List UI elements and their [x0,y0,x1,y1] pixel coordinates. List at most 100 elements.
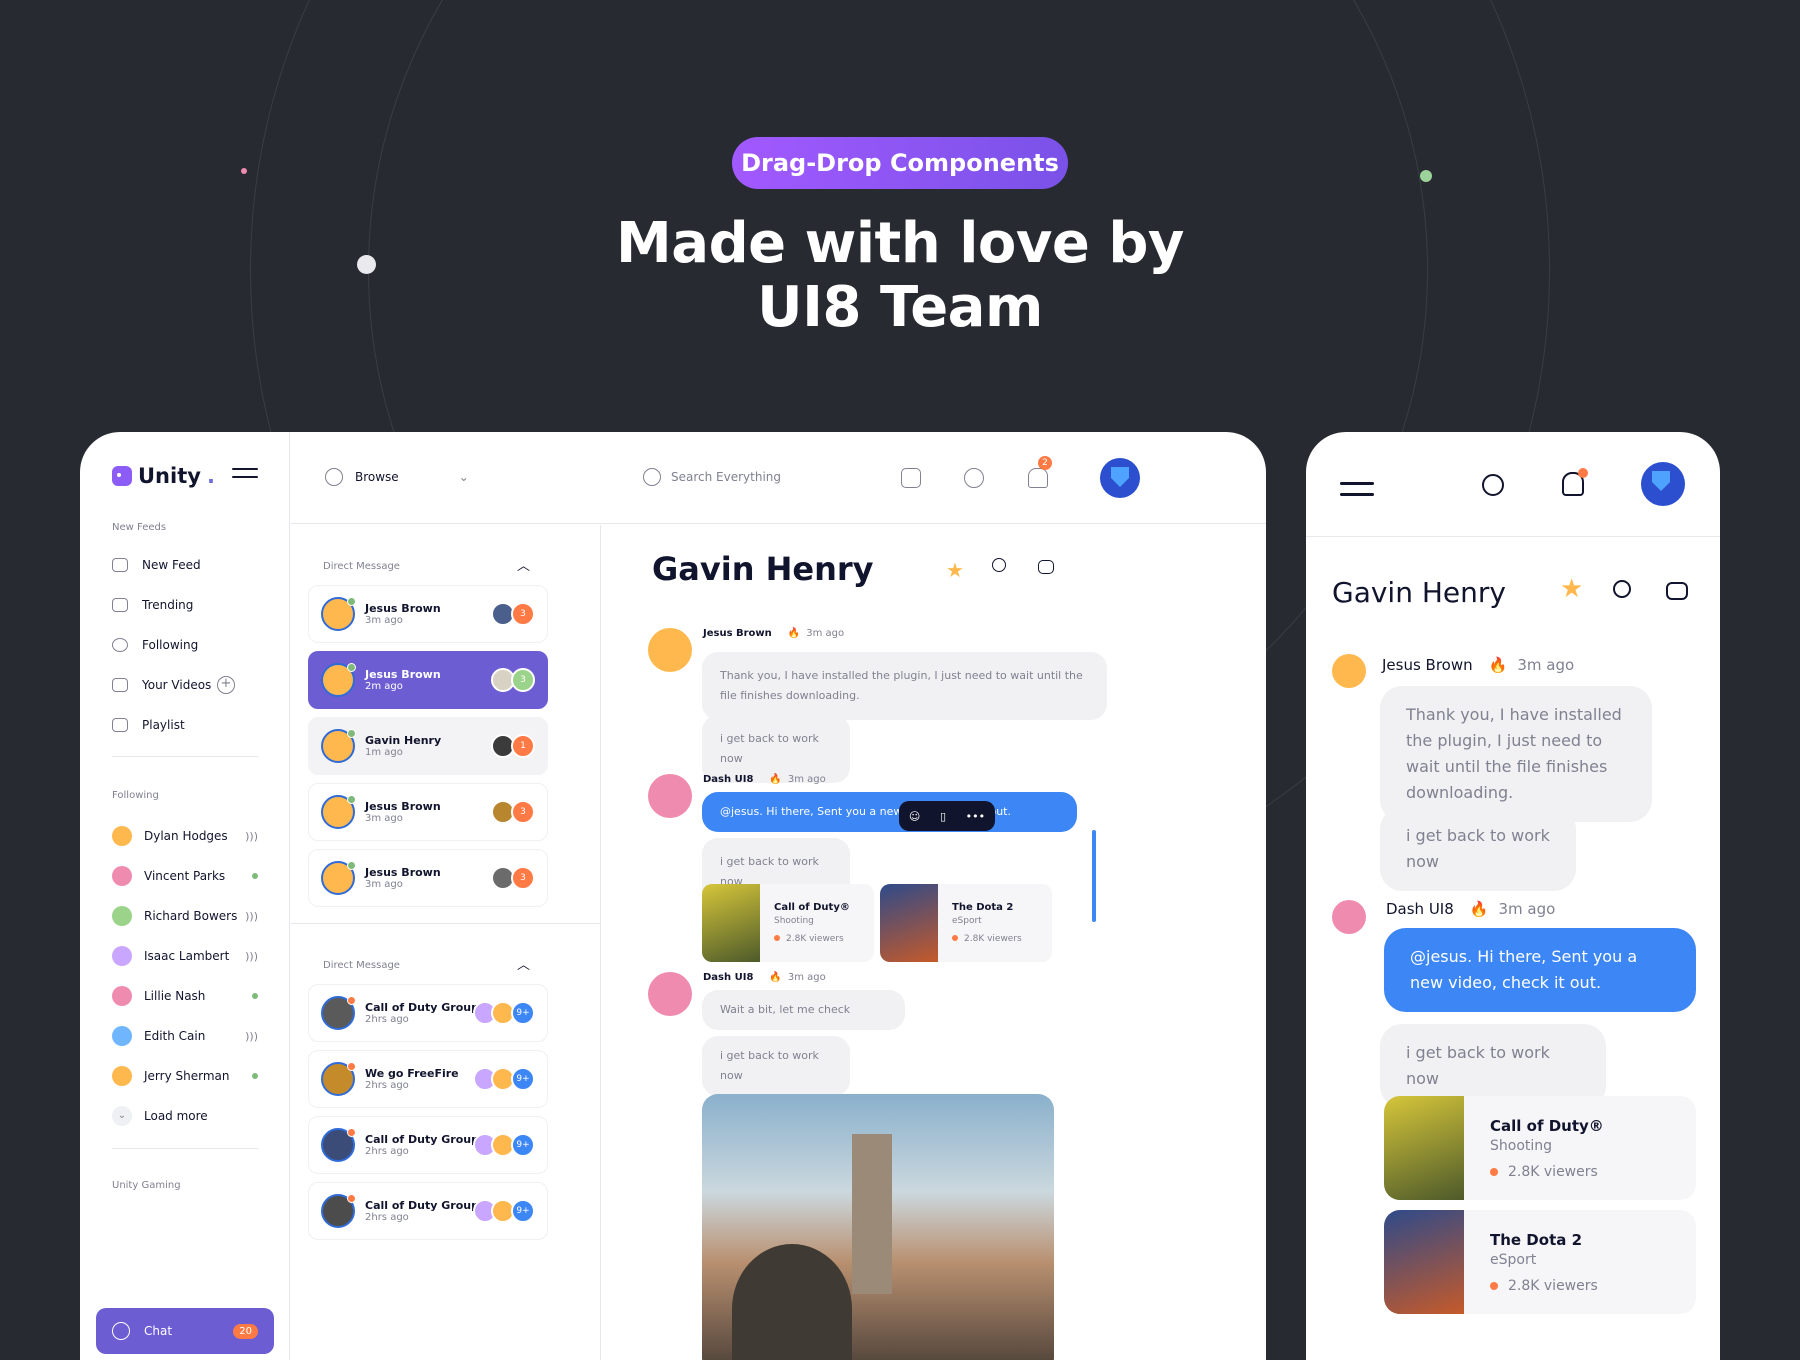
menu-icon[interactable] [232,468,258,484]
star-icon[interactable]: ★ [946,558,966,582]
avatar [321,795,356,829]
author-name: Jesus Brown [1382,656,1473,674]
sidebar-item-new-feed[interactable]: New Feed [112,558,262,572]
message-bubble-highlighted[interactable]: @jesus. Hi there, Sent you a new video, … [1384,928,1696,1012]
user-icon[interactable] [1613,580,1631,598]
chevron-up-icon[interactable]: ︿ [517,954,530,973]
message-bubble-highlighted[interactable]: @jesus. Hi there, Sent you a new video, … [702,792,1077,832]
game-card[interactable]: Call of Duty® Shooting 2.8K viewers [702,884,874,962]
group-card[interactable]: Call of Duty Group 2hrs ago 9+ [308,1182,548,1240]
decor-dot-pink [241,168,247,174]
wifi-icon: ))) [245,949,258,963]
following-name: Isaac Lambert [144,949,230,963]
search-icon[interactable] [1482,474,1504,496]
gamepad-logo-icon [112,466,132,486]
dm-card[interactable]: Jesus Brown 3m ago 3 [308,585,548,643]
game-card[interactable]: The Dota 2 eSport 2.8K viewers [1384,1210,1696,1314]
video-player[interactable] [702,1094,1054,1360]
following-item[interactable]: Lillie Nash [112,986,258,1006]
group-time: 2hrs ago [365,1080,409,1091]
game-title: The Dota 2 [1490,1230,1583,1249]
brand-dot: . [206,464,215,488]
bell-icon[interactable] [1028,468,1048,488]
dm-time: 2m ago [365,681,403,692]
group-name: We go FreeFire [365,1067,459,1080]
profile-avatar[interactable] [1100,458,1140,498]
fire-icon: 🔥 [787,628,801,639]
following-item[interactable]: Dylan Hodges))) [112,826,258,846]
chevron-down-icon: ⌄ [112,1106,132,1126]
author-name: Dash UI8 [703,972,754,983]
avatar [321,597,356,631]
dm-card-active[interactable]: Jesus Brown 2m ago 3 [308,651,548,709]
star-icon[interactable]: ★ [1560,574,1583,604]
game-card[interactable]: Call of Duty® Shooting 2.8K viewers [1384,1096,1696,1200]
sidebar-item-your-videos[interactable]: Your Videos [112,678,262,692]
avatar [1332,900,1366,934]
gamepad-icon[interactable] [1038,560,1054,574]
following-item[interactable]: Richard Bowers))) [112,906,258,926]
following-name: Lillie Nash [144,989,206,1003]
emoji-icon[interactable]: ☺ [909,810,920,823]
bookmark-icon[interactable]: ▯ [940,810,946,823]
sidebar-item-following[interactable]: Following [112,638,262,652]
member-count: 9+ [511,1001,535,1025]
game-title: Call of Duty® [774,902,850,913]
divider [112,1148,258,1149]
menu-icon[interactable] [1340,482,1374,502]
unread-count: 3 [511,602,535,626]
message-icon[interactable] [964,468,984,488]
nav-label: Playlist [142,718,185,732]
add-icon[interactable] [901,468,921,488]
member-count: 9+ [511,1133,535,1157]
avatar [112,1066,132,1086]
following-item[interactable]: Jerry Sherman [112,1066,258,1086]
add-video-button[interactable]: + [217,676,235,694]
following-item[interactable]: Vincent Parks [112,866,258,886]
profile-avatar[interactable] [1641,462,1685,506]
game-cover [702,884,760,962]
online-dot [252,873,258,879]
more-icon[interactable]: ••• [966,810,985,823]
notification-dot [1578,468,1588,478]
notification-badge: 2 [1038,456,1052,470]
decor-dot-green [1420,170,1432,182]
user-icon[interactable] [992,558,1006,572]
section-label-gaming: Unity Gaming [112,1180,181,1191]
nav-label: Trending [142,598,194,612]
message-author: Jesus Brown 🔥 3m ago [703,628,844,639]
group-card[interactable]: We go FreeFire 2hrs ago 9+ [308,1050,548,1108]
gamepad-icon [112,558,128,572]
load-more-button[interactable]: ⌄ Load more [112,1106,258,1126]
message-time: 3m ago [1498,900,1556,918]
scrollbar[interactable] [1092,830,1096,922]
avatar [112,906,132,926]
game-card[interactable]: The Dota 2 eSport 2.8K viewers [880,884,1052,962]
group-time: 2hrs ago [365,1014,409,1025]
brand-name: Unity [138,464,201,488]
divider [291,923,601,924]
chevron-down-icon: ⌄ [458,470,469,484]
following-item[interactable]: Isaac Lambert))) [112,946,258,966]
chevron-up-icon[interactable]: ︿ [517,555,530,574]
following-item[interactable]: Edith Cain))) [112,1026,258,1046]
sidebar-item-playlist[interactable]: Playlist [112,718,262,732]
author-name: Dash UI8 [703,774,754,785]
group-card[interactable]: Call of Duty Group 2hrs ago 9+ [308,984,548,1042]
dm-card[interactable]: Gavin Henry 1m ago 1 [308,717,548,775]
search-input[interactable]: Search Everything [643,468,781,486]
message-bubble: i get back to work now [702,715,850,783]
sidebar-item-chat[interactable]: Chat 20 [96,1308,274,1354]
dm-card[interactable]: Jesus Brown 3m ago 3 [308,783,548,841]
group-avatar [321,1194,356,1228]
unread-count: 3 [511,866,535,890]
dm-name: Gavin Henry [365,734,442,747]
trend-icon [112,598,128,612]
group-card[interactable]: Call of Duty Group 2hrs ago 9+ [308,1116,548,1174]
message-author: Dash UI8 🔥 3m ago [1386,900,1555,918]
browse-dropdown[interactable]: Browse ⌄ [325,468,469,486]
gamepad-icon[interactable] [1666,582,1688,600]
dm-card[interactable]: Jesus Brown 3m ago 3 [308,849,548,907]
brand-logo[interactable]: Unity. [112,464,215,488]
sidebar-item-trending[interactable]: Trending [112,598,262,612]
